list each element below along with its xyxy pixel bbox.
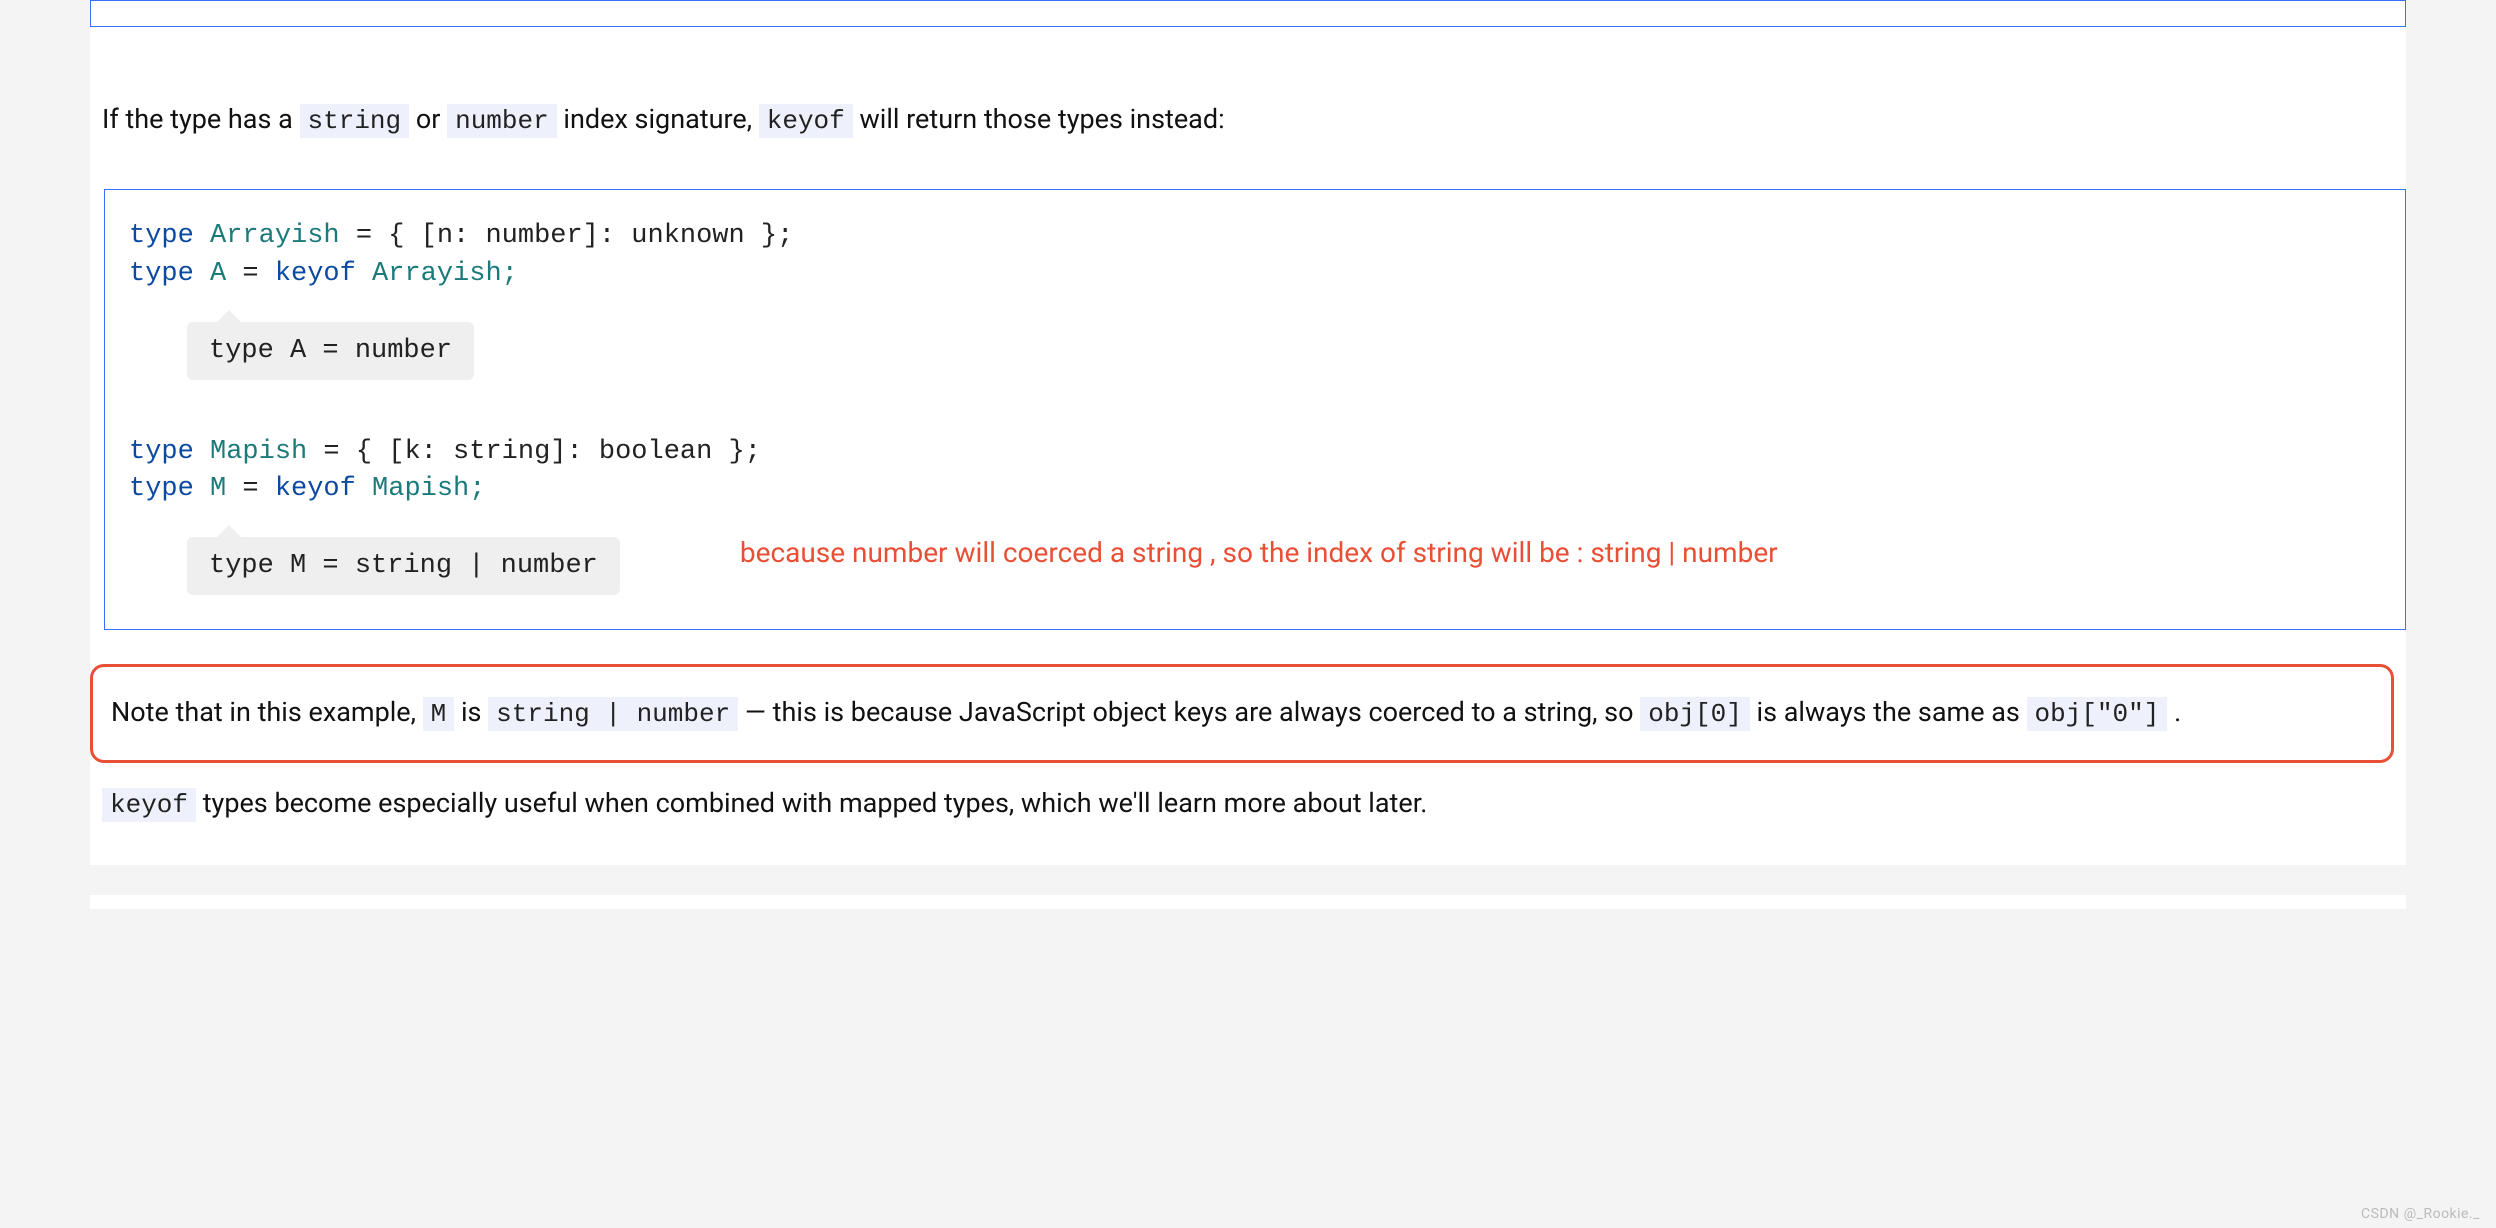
code-box: type Arrayish = { [n: number]: unknown }…: [104, 189, 2406, 630]
code-block-arrayish: type Arrayish = { [n: number]: unknown }…: [129, 218, 2405, 294]
after-note-text: types become especially useful when comb…: [203, 787, 1428, 819]
code-token-kw: keyof: [275, 474, 356, 504]
code-block-mapish: type Mapish = { [k: string]: boolean }; …: [129, 434, 2405, 510]
intro-paragraph: If the type has a string or number index…: [102, 99, 2406, 141]
note-text-4: is always the same as: [1757, 696, 2027, 728]
inline-code-number: number: [447, 104, 557, 138]
note-text-5: .: [2174, 696, 2181, 728]
code-token-type: M: [210, 474, 226, 504]
previous-code-box-bottom: [90, 0, 2406, 27]
inline-code-string-number: string | number: [488, 697, 738, 731]
inline-code-keyof: keyof: [102, 788, 196, 822]
code-token-body: { [n: number]: unknown };: [388, 221, 793, 251]
code-token-kw: type: [129, 474, 194, 504]
code-token-type: Arrayish: [210, 221, 340, 251]
code-token-eq: =: [226, 259, 275, 289]
code-token-kw: type: [129, 259, 194, 289]
watermark: CSDN @_Rookie._: [2361, 1206, 2480, 1222]
note-box: Note that in this example, M is string |…: [90, 664, 2394, 763]
code-token-type: A: [210, 259, 226, 289]
code-token-ref: Mapish;: [356, 474, 486, 504]
intro-text-2: or: [416, 103, 447, 135]
inline-code-string: string: [300, 104, 410, 138]
annotation-row: type M = string | number because number …: [129, 509, 2405, 595]
intro-text-3: index signature,: [563, 103, 758, 135]
code-token-type: Mapish: [210, 437, 307, 467]
note-text-3: — this is because JavaScript object keys…: [745, 696, 1640, 728]
code-token-kw: keyof: [275, 259, 356, 289]
note-text-1: Note that in this example,: [111, 696, 423, 728]
type-hint-a: type A = number: [187, 322, 474, 380]
code-token-ref: Arrayish;: [356, 259, 518, 289]
note-text-2: is: [461, 696, 488, 728]
code-token-body: { [k: string]: boolean };: [356, 437, 761, 467]
inline-code-obj0: obj[0]: [1640, 697, 1750, 731]
intro-text-4: will return those types instead:: [859, 103, 1224, 135]
next-card-preview: [90, 895, 2406, 909]
annotation-text: because number will coerced a string , s…: [740, 536, 1778, 569]
type-hint-m: type M = string | number: [187, 537, 620, 595]
after-note-paragraph: keyof types become especially useful whe…: [102, 783, 2406, 825]
inline-code-m: M: [423, 697, 455, 731]
content-card: If the type has a string or number index…: [90, 0, 2406, 865]
code-token-eq: =: [226, 474, 275, 504]
code-token-kw: type: [129, 437, 194, 467]
code-token-eq: =: [307, 437, 356, 467]
code-token-kw: type: [129, 221, 194, 251]
intro-text-1: If the type has a: [102, 103, 300, 135]
code-token-eq: =: [340, 221, 389, 251]
inline-code-keyof: keyof: [759, 104, 853, 138]
inline-code-objstr0: obj["0"]: [2027, 697, 2168, 731]
